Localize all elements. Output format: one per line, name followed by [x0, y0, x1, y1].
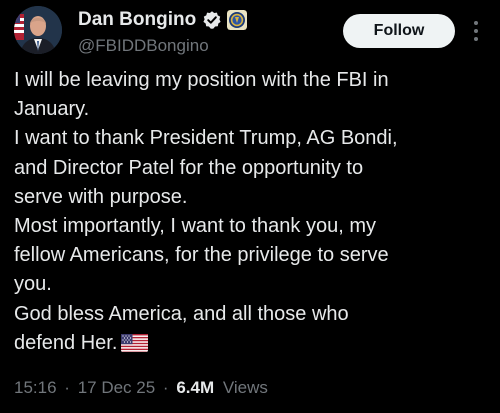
tweet-line: you.: [14, 273, 52, 296]
tweet-line: I want to thank President Trump, AG Bond…: [14, 127, 398, 150]
tweet-line: fellow Americans, for the privilege to s…: [14, 244, 389, 267]
profile-photo-icon: [14, 6, 62, 54]
meta-separator: ·: [64, 378, 70, 397]
display-name[interactable]: Dan Bongino: [78, 9, 196, 31]
fbi-seal-icon[interactable]: [227, 10, 248, 30]
tweet-line-last: defend Her.: [14, 329, 492, 358]
follow-button[interactable]: Follow: [343, 14, 455, 48]
tweet-line: God bless America, and all those who: [14, 302, 349, 325]
tweet-time[interactable]: 15:16: [14, 378, 57, 397]
more-dot: [474, 21, 478, 25]
avatar[interactable]: [14, 6, 62, 54]
tweet-text: I will be leaving my position with the F…: [14, 66, 492, 358]
tweet-card: Dan Bongino @FBIDDBongino Follow I will …: [0, 0, 500, 413]
tweet-date[interactable]: 17 Dec 25: [78, 378, 156, 397]
tweet-line-text: defend Her.: [14, 331, 118, 354]
views-label: Views: [222, 378, 268, 397]
verified-badge-icon[interactable]: [202, 10, 222, 30]
more-dot: [474, 37, 478, 41]
author-handle[interactable]: @FBIDDBongino: [78, 36, 209, 56]
more-vertical-icon[interactable]: [466, 18, 486, 44]
tweet-line: I will be leaving my position with the F…: [14, 69, 389, 91]
tweet-meta: 15:16 · 17 Dec 25 · 6.4M Views: [14, 378, 268, 398]
tweet-line: serve with purpose.: [14, 185, 188, 208]
views-count[interactable]: 6.4M: [176, 378, 214, 397]
author-name-row: Dan Bongino: [78, 8, 248, 32]
us-flag-emoji: [121, 333, 149, 352]
tweet-line: January.: [14, 98, 90, 121]
tweet-line: Most importantly, I want to thank you, m…: [14, 215, 376, 238]
meta-separator: ·: [162, 378, 169, 397]
more-dot: [474, 29, 478, 33]
tweet-line: and Director Patel for the opportunity t…: [14, 156, 364, 179]
